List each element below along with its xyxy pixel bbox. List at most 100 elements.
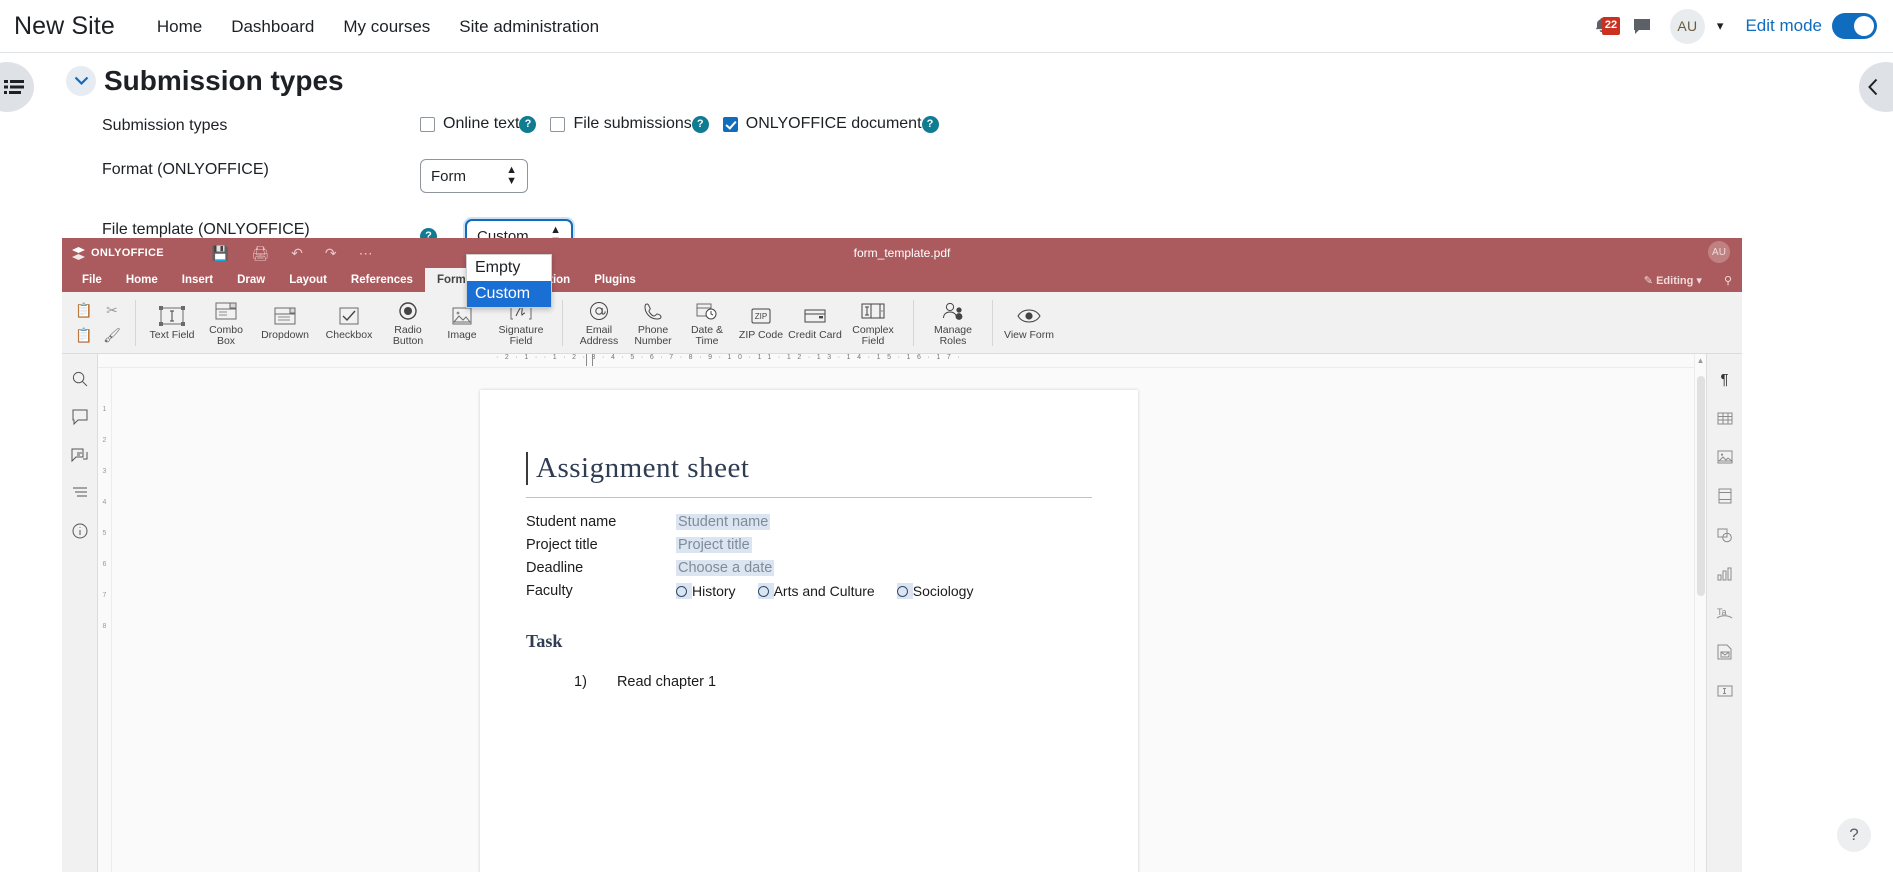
- checkbox-onlyoffice-document[interactable]: ONLYOFFICE document: [722, 115, 922, 133]
- doc-field-project-title[interactable]: Project title: [676, 537, 752, 553]
- ribbon-zip-code[interactable]: ZIP ZIP Code: [734, 304, 788, 341]
- shape-settings-icon[interactable]: [1714, 524, 1736, 546]
- edit-mode-toggle[interactable]: [1832, 13, 1877, 39]
- mail-merge-settings-icon[interactable]: [1714, 641, 1736, 663]
- ribbon-credit-card[interactable]: Credit Card: [788, 304, 842, 341]
- nav-item-my-courses[interactable]: My courses: [343, 18, 430, 35]
- ribbon-checkbox[interactable]: Checkbox: [317, 304, 381, 341]
- submission-types-checkboxes: Online text ? File submissions ? ONLYOFF…: [420, 115, 939, 133]
- vertical-ruler[interactable]: 12345678: [98, 368, 112, 872]
- ribbon-dropdown[interactable]: Dropdown: [253, 304, 317, 341]
- tab-references[interactable]: References: [339, 268, 425, 292]
- help-icon-online-text[interactable]: ?: [519, 115, 537, 133]
- ribbon-manage-roles[interactable]: Manage Roles: [923, 299, 983, 347]
- document-page[interactable]: Assignment sheet Student name Student na…: [480, 390, 1138, 872]
- avatar[interactable]: AU: [1669, 8, 1705, 44]
- text-art-settings-icon[interactable]: Ta: [1714, 602, 1736, 624]
- collapse-section-button[interactable]: [66, 66, 96, 96]
- editing-mode-button[interactable]: ✎ Editing ▾: [1644, 274, 1702, 287]
- ribbon-radio-button[interactable]: Radio Button: [381, 299, 435, 347]
- nav-item-dashboard[interactable]: Dashboard: [231, 18, 314, 35]
- ribbon-date-time[interactable]: Date & Time: [680, 299, 734, 347]
- tab-plugins[interactable]: Plugins: [582, 268, 648, 292]
- checkbox-file-submissions-box[interactable]: [550, 116, 566, 132]
- ribbon-phone-number[interactable]: Phone Number: [626, 299, 680, 347]
- image-settings-icon[interactable]: [1714, 446, 1736, 468]
- copy-icon[interactable]: 📋: [75, 302, 92, 319]
- site-brand[interactable]: New Site: [14, 12, 115, 41]
- more-icon[interactable]: ⋯: [359, 246, 374, 260]
- help-icon-file-submissions[interactable]: ?: [691, 115, 709, 133]
- doc-radio-arts-and-culture-label: Arts and Culture: [773, 583, 875, 599]
- save-icon[interactable]: 💾: [212, 246, 229, 260]
- doc-field-student-name[interactable]: Student name: [676, 514, 771, 530]
- ribbon-credit-card-label: Credit Card: [788, 329, 842, 341]
- help-icon-onlyoffice-document[interactable]: ?: [921, 115, 939, 133]
- ribbon-email-address[interactable]: Email Address: [572, 299, 626, 347]
- header-footer-settings-icon[interactable]: [1714, 485, 1736, 507]
- chat-icon[interactable]: [69, 444, 91, 466]
- ribbon-text-field[interactable]: Text Field: [145, 304, 199, 341]
- doc-radio-arts-and-culture[interactable]: Arts and Culture: [757, 583, 875, 599]
- notifications-button[interactable]: 22: [1582, 6, 1622, 46]
- navigation-icon[interactable]: [69, 482, 91, 504]
- search-icon[interactable]: ⚲: [1724, 274, 1732, 287]
- paragraph-settings-icon[interactable]: ¶: [1714, 368, 1736, 390]
- top-navbar: New Site Home Dashboard My courses Site …: [0, 0, 1893, 53]
- cut-icon[interactable]: ✂: [106, 302, 118, 319]
- scroll-up-arrow-icon[interactable]: ▲: [1695, 354, 1706, 365]
- undo-icon[interactable]: ↶: [291, 246, 303, 260]
- paste-icon[interactable]: 📋: [75, 327, 92, 344]
- form-settings-icon[interactable]: [1714, 680, 1736, 702]
- message-icon: [1633, 18, 1650, 34]
- scrollbar-thumb[interactable]: [1697, 376, 1705, 596]
- doc-task-heading: Task: [526, 631, 563, 651]
- tab-insert[interactable]: Insert: [170, 268, 225, 292]
- help-floating-button[interactable]: ?: [1837, 818, 1871, 852]
- tab-file[interactable]: File: [70, 268, 114, 292]
- vertical-scrollbar[interactable]: ▲: [1694, 354, 1706, 872]
- doc-field-deadline[interactable]: Choose a date: [676, 560, 775, 576]
- comments-icon[interactable]: [69, 406, 91, 428]
- chart-settings-icon[interactable]: [1714, 563, 1736, 585]
- horizontal-ruler[interactable]: ·2·1··1·2·3·4·5·6·7·8·9·10·11·12·13·14·1…: [98, 354, 1694, 368]
- chevron-down-icon[interactable]: ▾: [1717, 18, 1724, 34]
- file-template-dropdown[interactable]: Empty Custom: [466, 254, 552, 308]
- ribbon-combo-box[interactable]: Combo Box: [199, 299, 253, 347]
- print-icon[interactable]: 🖨: [251, 246, 269, 260]
- tab-layout[interactable]: Layout: [277, 268, 339, 292]
- format-painter-icon[interactable]: 🖌: [103, 327, 121, 344]
- table-settings-icon[interactable]: [1714, 407, 1736, 429]
- nav-item-site-administration[interactable]: Site administration: [459, 18, 599, 35]
- format-select[interactable]: Form ▲ ▼: [420, 159, 528, 193]
- checkbox-online-text-box[interactable]: [420, 116, 435, 132]
- checkbox-file-submissions[interactable]: File submissions: [550, 115, 692, 133]
- redo-icon[interactable]: ↷: [325, 246, 337, 260]
- doc-radio-sociology[interactable]: Sociology: [896, 583, 974, 599]
- onlyoffice-user-avatar[interactable]: AU: [1708, 241, 1730, 263]
- dropdown-option-empty[interactable]: Empty: [467, 255, 551, 281]
- notification-count-badge: 22: [1601, 17, 1621, 35]
- label-format: Format (ONLYOFFICE): [102, 161, 269, 178]
- radio-button-icon: [676, 585, 687, 597]
- doc-radio-history[interactable]: History: [676, 583, 736, 599]
- dropdown-option-custom[interactable]: Custom: [467, 281, 551, 307]
- ribbon-view-form[interactable]: View Form: [1002, 304, 1056, 341]
- tab-draw[interactable]: Draw: [225, 268, 277, 292]
- quick-access-toolbar: 💾 🖨 ↶ ↷ ⋯: [212, 246, 374, 260]
- document-canvas[interactable]: ·2·1··1·2·3·4·5·6·7·8·9·10·11·12·13·14·1…: [98, 354, 1694, 872]
- ribbon-date-time-label: Date & Time: [690, 323, 724, 347]
- ribbon-complex-field[interactable]: Complex Field: [842, 299, 904, 347]
- search-icon[interactable]: [69, 368, 91, 390]
- checkbox-online-text[interactable]: Online text: [420, 115, 519, 133]
- messages-button[interactable]: [1622, 6, 1662, 46]
- nav-item-home[interactable]: Home: [157, 18, 202, 35]
- about-icon[interactable]: [69, 520, 91, 542]
- credit-card-icon: [803, 304, 827, 328]
- dropdown-icon: [273, 304, 297, 328]
- tab-home[interactable]: Home: [114, 268, 170, 292]
- ribbon-image[interactable]: Image: [435, 304, 489, 341]
- doc-radio-sociology-label: Sociology: [912, 583, 974, 599]
- text-field-icon: [159, 304, 185, 328]
- checkbox-onlyoffice-document-box[interactable]: [722, 116, 738, 132]
